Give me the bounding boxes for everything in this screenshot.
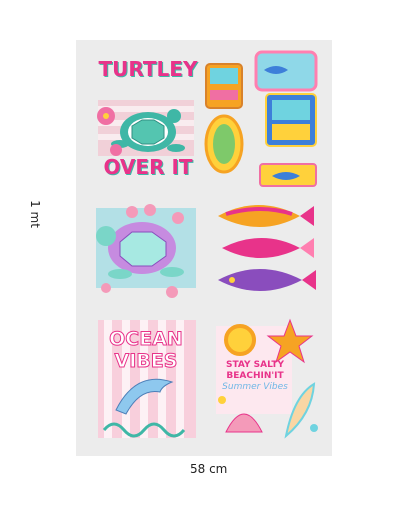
stay-salty-line3: Summer Vibes — [222, 382, 288, 392]
stay-salty-line1: STAY SALTY — [225, 360, 285, 370]
ocean-vibes-title: OCEAN VIBES — [96, 328, 196, 373]
stay-salty-text: STAY SALTY BEACHIN'IT Summer Vibes — [210, 360, 300, 393]
height-dimension-label: 1 mt — [28, 200, 42, 228]
turtley-over-it-decal — [97, 100, 194, 156]
turtley-line1: TURTLEY — [98, 57, 198, 81]
sticker-sheet: TURTLEY OVER IT OCEAN VIBES STAY SALTY B… — [76, 40, 332, 456]
decal-artwork — [96, 50, 318, 439]
fish-trio-decal — [218, 205, 316, 291]
ocean-line1: OCEAN — [109, 328, 184, 351]
over-it-title: OVER IT — [88, 156, 208, 178]
stay-salty-line2: BEACHIN'IT — [226, 371, 284, 381]
pastel-turtle-decal — [96, 204, 196, 298]
ocean-line2: VIBES — [114, 350, 178, 373]
sardine-cans-decal — [204, 50, 318, 187]
over-it-line2: OVER IT — [103, 155, 193, 179]
width-dimension-label: 58 cm — [190, 462, 228, 476]
turtley-title: TURTLEY — [88, 58, 208, 80]
